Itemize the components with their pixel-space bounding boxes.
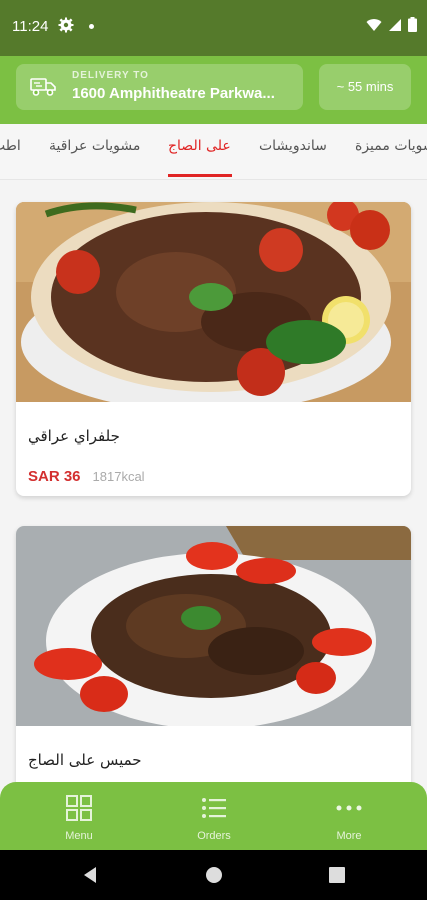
- delivery-caption: DELIVERY TO: [72, 70, 149, 81]
- notification-dot-icon: [89, 24, 94, 29]
- nav-more-label: More: [336, 830, 362, 842]
- home-icon[interactable]: [205, 866, 223, 884]
- signal-icon: [389, 18, 401, 31]
- menu-item-name: جلفراي عراقي: [28, 427, 120, 445]
- menu-item-calories: 1817kcal: [92, 469, 145, 484]
- nav-menu-label: Menu: [65, 830, 93, 842]
- app-header: DELIVERY TO 1600 Amphitheatre Parkwa... …: [0, 56, 427, 124]
- settings-gear-icon: [58, 17, 74, 33]
- grid-icon: [66, 795, 92, 821]
- nav-orders-label: Orders: [197, 830, 231, 842]
- nav-menu[interactable]: Menu: [8, 782, 150, 850]
- tab-sandwiches[interactable]: ساندويشات: [259, 124, 327, 179]
- nav-more[interactable]: More: [278, 782, 420, 850]
- delivery-address-button[interactable]: DELIVERY TO 1600 Amphitheatre Parkwa...: [16, 64, 303, 110]
- menu-item-card[interactable]: جلفراي عراقي SAR 36 1817kcal: [16, 202, 411, 496]
- menu-item-price: SAR 36: [28, 468, 81, 485]
- list-icon: [202, 798, 226, 818]
- status-bar: 11:24: [0, 0, 427, 56]
- menu-item-image: [16, 202, 411, 402]
- tab-ala-alsaj[interactable]: على الصاج: [168, 124, 231, 179]
- wifi-icon: [366, 18, 382, 31]
- status-time: 11:24: [12, 18, 49, 35]
- tab-iraqi-grills[interactable]: مشويات عراقية: [49, 124, 140, 179]
- recents-icon[interactable]: [329, 867, 345, 883]
- nav-orders[interactable]: Orders: [143, 782, 285, 850]
- more-dots-icon: [336, 805, 362, 811]
- menu-item-card[interactable]: حميس على الصاج: [16, 526, 411, 820]
- menu-item-image: [16, 526, 411, 726]
- category-tabs: اطب مشويات عراقية على الصاج ساندويشات مش…: [0, 124, 427, 180]
- menu-item-price-row: SAR 36 1817kcal: [28, 468, 145, 485]
- menu-item-name: حميس على الصاج: [28, 751, 142, 769]
- tab-special-grills[interactable]: مشويات مميزة: [355, 124, 427, 179]
- back-icon[interactable]: [82, 866, 98, 884]
- active-tab-indicator: [168, 174, 232, 177]
- tab-category-0[interactable]: اطب: [0, 124, 21, 179]
- truck-icon: [30, 78, 56, 96]
- system-navigation-bar: [0, 850, 427, 900]
- delivery-eta[interactable]: ~ 55 mins: [319, 64, 411, 110]
- status-indicators: [366, 17, 417, 32]
- bottom-navigation: Menu Orders More: [0, 782, 427, 850]
- battery-icon: [408, 17, 417, 32]
- delivery-address: 1600 Amphitheatre Parkwa...: [72, 85, 275, 102]
